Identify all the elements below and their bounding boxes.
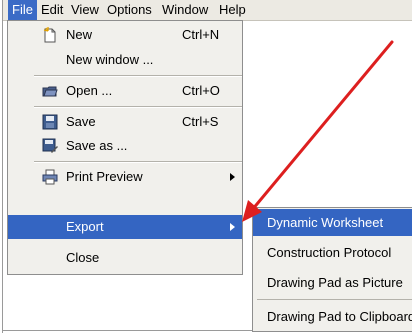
menu-item-label: New window ... <box>66 52 154 67</box>
printer-icon <box>42 169 58 185</box>
menu-view[interactable]: View <box>67 0 103 20</box>
menu-item-close[interactable]: Close <box>8 246 242 270</box>
menu-bar: File Edit View Options Window Help <box>3 0 412 21</box>
menu-item-shortcut: Ctrl+N <box>182 27 220 42</box>
menu-item-label: Save <box>66 114 96 129</box>
window-frame-left <box>2 0 3 333</box>
save-as-icon <box>42 138 58 154</box>
menu-options[interactable]: Options <box>103 0 156 20</box>
menu-item-open[interactable]: Open ... Ctrl+O <box>8 79 242 103</box>
submenu-item-drawing-pad-clipboard[interactable]: Drawing Pad to Clipboard <box>253 303 412 330</box>
menu-edit[interactable]: Edit <box>37 0 67 20</box>
save-disk-icon <box>42 114 58 130</box>
menu-item-save-as[interactable]: Save as ... <box>8 134 242 158</box>
menu-file[interactable]: File <box>8 0 37 20</box>
submenu-item-construction-protocol[interactable]: Construction Protocol <box>253 239 412 266</box>
menu-item-label: Print Preview <box>66 169 143 184</box>
export-submenu: Dynamic Worksheet Construction Protocol … <box>252 207 412 332</box>
menu-separator-highlight <box>34 162 242 163</box>
menu-separator <box>257 299 412 300</box>
new-document-icon <box>42 27 58 43</box>
menu-item-label: Close <box>66 250 100 265</box>
menu-window[interactable]: Window <box>158 0 212 20</box>
submenu-item-drawing-pad-picture[interactable]: Drawing Pad as Picture <box>253 269 412 296</box>
menu-item-print-preview[interactable]: Print Preview <box>8 165 242 189</box>
file-menu-dropdown: New Ctrl+N New window ... Open ... Ctrl+… <box>7 20 243 275</box>
menu-item-label: New <box>66 27 93 42</box>
menu-item-shortcut: Ctrl+O <box>182 83 220 98</box>
menu-separator-highlight <box>34 76 242 77</box>
menu-item-label: Save as ... <box>66 138 128 153</box>
menu-item-new[interactable]: New Ctrl+N <box>8 23 242 47</box>
submenu-item-dynamic-worksheet[interactable]: Dynamic Worksheet <box>253 209 412 236</box>
menu-separator-highlight <box>34 107 242 108</box>
menu-item-shortcut: Ctrl+S <box>182 114 219 129</box>
menu-item-save[interactable]: Save Ctrl+S <box>8 110 242 134</box>
submenu-arrow-icon <box>230 223 235 231</box>
menu-item-label: Open ... <box>66 83 113 98</box>
menu-help[interactable]: Help <box>215 0 250 20</box>
submenu-arrow-icon <box>230 173 235 181</box>
menu-item-new-window[interactable]: New window ... <box>8 48 242 72</box>
menu-item-export[interactable]: Export <box>8 215 242 239</box>
menu-item-label: Export <box>66 219 104 234</box>
open-folder-icon <box>42 83 58 99</box>
